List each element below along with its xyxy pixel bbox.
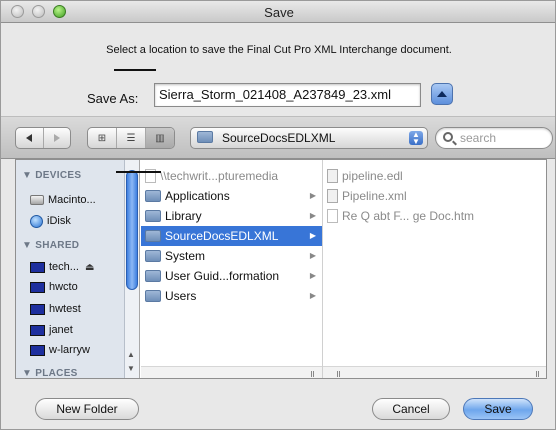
window-title: Save xyxy=(264,5,294,20)
disclosure-button[interactable] xyxy=(431,83,453,105)
sidebar-item-janet[interactable]: janet xyxy=(30,321,73,339)
scroll-up-icon[interactable]: ▲ xyxy=(127,350,135,359)
document-icon xyxy=(327,169,338,183)
sidebar-item-macintosh[interactable]: Macinto... xyxy=(30,191,96,209)
list-item[interactable]: Applications ▶ xyxy=(141,186,322,206)
list-item[interactable]: pipeline.edl xyxy=(323,166,546,186)
back-forward-buttons xyxy=(15,127,71,149)
column-view-button[interactable]: ▥ xyxy=(145,128,174,148)
list-view-button[interactable]: ☰ xyxy=(116,128,145,148)
hard-drive-icon xyxy=(30,195,44,205)
list-item[interactable]: System ▶ xyxy=(141,246,322,266)
monitor-icon xyxy=(30,261,45,273)
idisk-icon xyxy=(30,214,43,228)
folder-icon xyxy=(197,131,213,143)
updown-arrows-icon: ▲ ▼ xyxy=(409,131,423,146)
back-button[interactable] xyxy=(16,128,43,148)
resize-grip-icon xyxy=(311,371,312,377)
folder-icon xyxy=(145,270,161,282)
search-field[interactable]: search xyxy=(435,127,553,149)
sidebar-item-hwcto[interactable]: hwcto xyxy=(30,278,78,296)
file-browser: ▼ DEVICES Macinto... iDisk ▼ SHARED tech… xyxy=(15,159,547,379)
save-button[interactable]: Save xyxy=(463,398,533,420)
chevron-right-icon: ▶ xyxy=(309,271,316,280)
document-icon xyxy=(327,209,338,223)
resize-grip-icon xyxy=(536,371,537,377)
save-as-field[interactable]: Sierra_Storm_021408_A237849_23.xml xyxy=(154,83,421,107)
list-item[interactable]: \\techwrit...pturemedia xyxy=(141,166,322,186)
search-placeholder: search xyxy=(460,131,497,145)
folder-icon xyxy=(145,230,161,242)
chevron-right-icon: ▶ xyxy=(309,251,316,260)
list-item[interactable]: User Guid...formation ▶ xyxy=(141,266,322,286)
scroll-down-icon[interactable]: ▼ xyxy=(127,364,135,373)
folder-icon xyxy=(145,210,161,222)
list-item[interactable]: Users ▶ xyxy=(141,286,322,306)
folder-icon xyxy=(145,250,161,262)
sidebar-header-places: ▼ PLACES xyxy=(22,368,78,379)
chevron-right-icon: ▶ xyxy=(309,211,316,220)
dialog-message: Select a location to save the Final Cut … xyxy=(106,44,452,56)
scrollbar-thumb[interactable] xyxy=(126,170,138,290)
resize-grip-icon xyxy=(337,371,338,377)
location-popup[interactable]: SourceDocsEDLXML ▲ ▼ xyxy=(190,127,428,149)
save-dialog: Save Select a location to save the Final… xyxy=(0,0,556,430)
icon-view-button[interactable]: ⊞ xyxy=(88,128,116,148)
new-folder-button[interactable]: New Folder xyxy=(35,398,139,420)
sidebar-header-devices: ▼ DEVICES xyxy=(22,170,82,181)
view-mode-buttons: ⊞ ☰ ▥ xyxy=(87,127,175,149)
chevron-right-icon: ▶ xyxy=(309,231,316,240)
triangle-up-icon xyxy=(437,91,447,97)
monitor-icon xyxy=(30,344,45,356)
back-arrow-icon xyxy=(26,134,33,142)
browser-column-2: pipeline.edl Pipeline.xml Re Q abt F... … xyxy=(323,160,546,378)
grid-icon: ⊞ xyxy=(97,132,107,144)
list-icon: ☰ xyxy=(126,132,136,144)
column-resize-bar[interactable] xyxy=(141,366,322,378)
forward-button[interactable] xyxy=(42,128,71,148)
search-icon xyxy=(443,132,453,142)
list-item-selected[interactable]: SourceDocsEDLXML ▶ xyxy=(141,226,322,246)
folder-icon xyxy=(145,190,161,202)
list-item[interactable]: Pipeline.xml xyxy=(323,186,546,206)
forward-arrow-icon xyxy=(53,134,60,142)
column-resize-bar[interactable] xyxy=(323,366,546,378)
sidebar-item-tech[interactable]: tech... ⏏ xyxy=(30,258,94,276)
sidebar-item-idisk[interactable]: iDisk xyxy=(30,212,71,230)
sidebar-item-hwtest[interactable]: hwtest xyxy=(30,300,81,318)
browser-column-1: \\techwrit...pturemedia Applications ▶ Li… xyxy=(141,160,323,378)
sidebar-scrollbar[interactable]: ▲ ▼ xyxy=(124,160,139,378)
sidebar-header-shared: ▼ SHARED xyxy=(22,240,80,251)
list-item[interactable]: Library ▶ xyxy=(141,206,322,226)
annotation-line xyxy=(114,69,156,71)
save-as-label: Save As: xyxy=(87,91,139,106)
eject-icon[interactable]: ⏏ xyxy=(85,262,94,273)
cancel-button[interactable]: Cancel xyxy=(372,398,450,420)
monitor-icon xyxy=(30,303,45,315)
sidebar-item-w-larryw[interactable]: w-larryw xyxy=(30,341,90,359)
toolbar: ⊞ ☰ ▥ SourceDocsEDLXML ▲ ▼ search xyxy=(1,117,555,159)
monitor-icon xyxy=(30,281,45,293)
annotation-line xyxy=(116,171,161,173)
monitor-icon xyxy=(30,324,45,336)
sidebar: ▼ DEVICES Macinto... iDisk ▼ SHARED tech… xyxy=(16,160,140,379)
columns-icon: ▥ xyxy=(155,132,165,144)
location-popup-value: SourceDocsEDLXML xyxy=(222,131,336,145)
list-item[interactable]: Re Q abt F... ge Doc.htm xyxy=(323,206,546,226)
document-icon xyxy=(327,189,338,203)
title-bar[interactable]: Save xyxy=(1,1,555,23)
chevron-right-icon: ▶ xyxy=(309,291,316,300)
folder-icon xyxy=(145,290,161,302)
chevron-right-icon: ▶ xyxy=(309,191,316,200)
